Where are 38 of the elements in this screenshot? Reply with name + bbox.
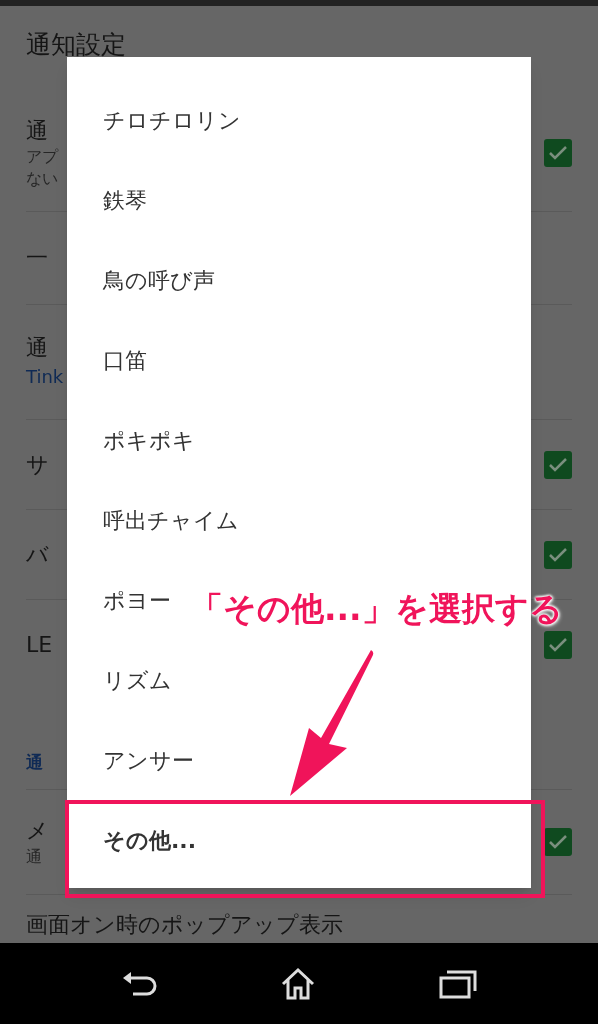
setting-title: 画面オン時のポップアップ表示 [26, 911, 343, 939]
check-icon [548, 637, 568, 653]
recent-apps-icon[interactable] [438, 968, 477, 999]
setting-value: Tink [26, 365, 64, 389]
annotation-caption: 「その他...」を選択する [190, 588, 563, 630]
setting-title: サ [26, 450, 49, 479]
sound-option[interactable]: 呼出チャイム [103, 503, 239, 537]
check-icon [548, 546, 568, 563]
checkbox[interactable] [544, 139, 572, 167]
setting-title: バ [26, 540, 49, 569]
sound-option[interactable]: リズム [103, 663, 172, 697]
back-icon[interactable] [121, 969, 158, 998]
checkbox[interactable] [544, 450, 572, 479]
sound-option[interactable]: その他... [103, 823, 197, 857]
sound-option[interactable]: アンサー [103, 743, 194, 777]
home-icon[interactable] [280, 966, 316, 1001]
setting-description: 通 [26, 846, 43, 868]
section-header: 通 [26, 750, 43, 774]
check-icon [548, 145, 568, 161]
sound-option[interactable]: ポキポキ [103, 423, 195, 457]
checkbox[interactable] [544, 540, 572, 569]
setting-title: 一 [26, 244, 48, 272]
sound-option[interactable]: チロチロリン [103, 103, 241, 137]
setting-title: メ [26, 817, 49, 845]
setting-description: ない [26, 168, 58, 190]
check-icon [548, 834, 568, 850]
setting-title: LE [26, 631, 53, 659]
sound-option[interactable]: 口笛 [103, 343, 147, 377]
checkbox[interactable] [544, 828, 572, 856]
sound-option[interactable]: 鉄琴 [103, 183, 147, 217]
sound-option[interactable]: 鳥の呼び声 [103, 263, 215, 297]
sound-option[interactable]: ポヨー [103, 583, 171, 617]
check-icon [548, 456, 568, 473]
setting-title: 通 [26, 117, 49, 145]
checkbox[interactable] [544, 631, 572, 659]
setting-description: アプ [26, 146, 58, 168]
setting-title: 通 [26, 334, 49, 362]
screen-title: 通知設定 [26, 30, 126, 59]
